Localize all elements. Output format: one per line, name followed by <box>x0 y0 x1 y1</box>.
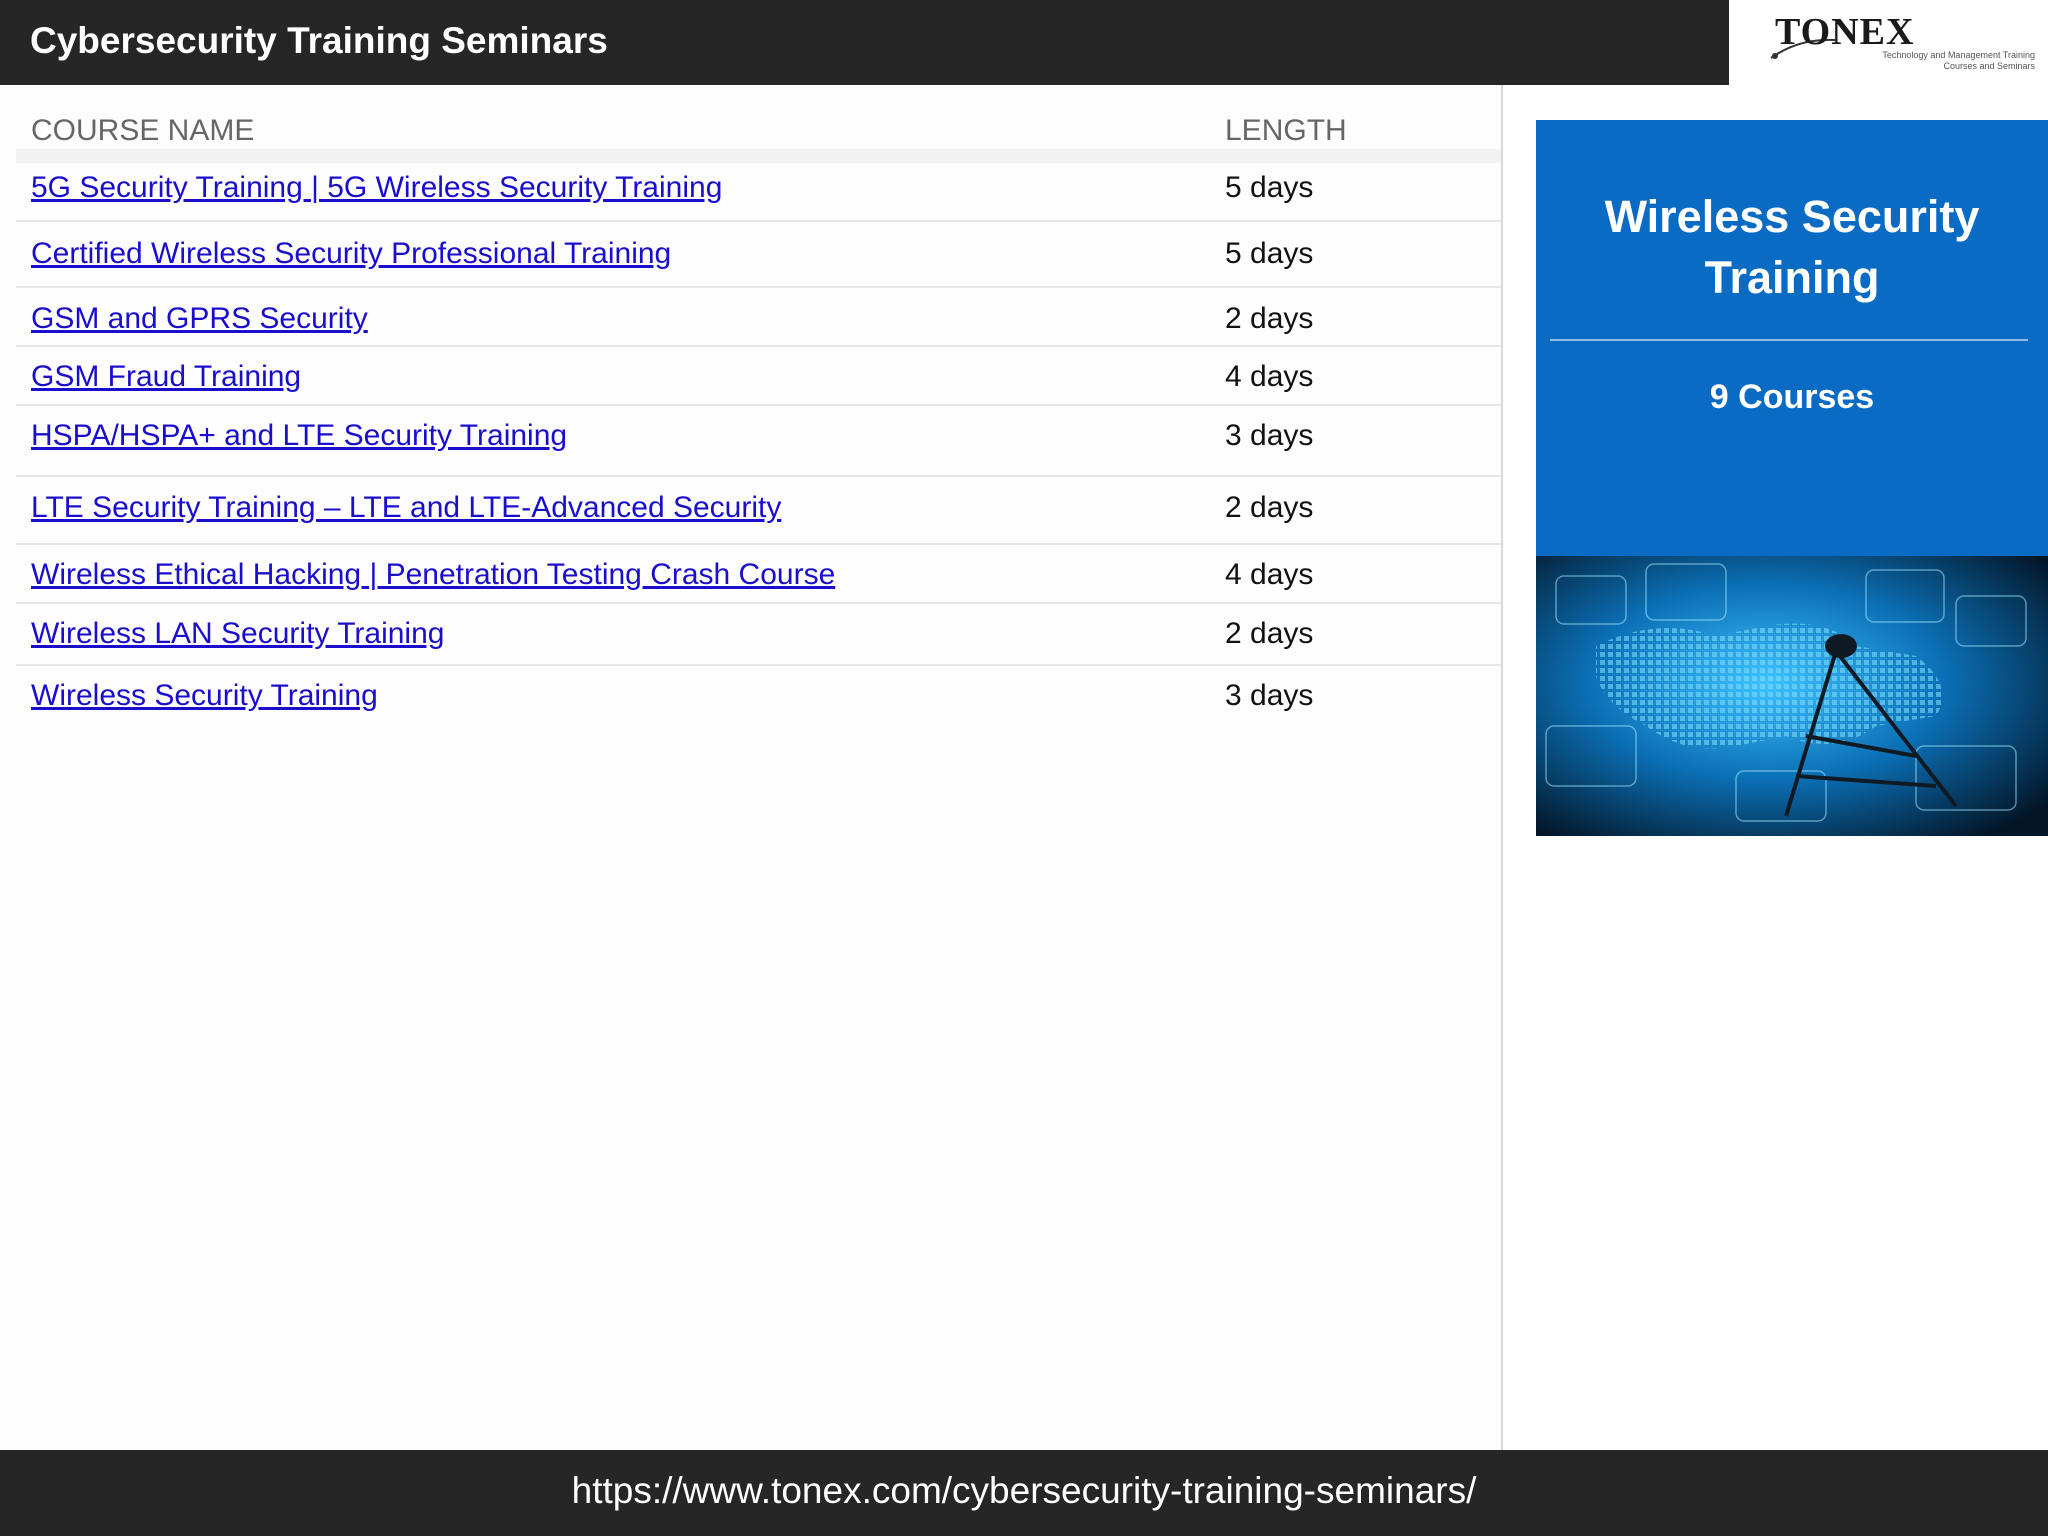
course-link[interactable]: Wireless Ethical Hacking | Penetration T… <box>31 558 835 592</box>
course-length: 5 days <box>1225 237 1314 270</box>
course-length: 2 days <box>1225 491 1314 524</box>
table-row: GSM Fraud Training 4 days <box>16 347 1502 406</box>
table-row: Certified Wireless Security Professional… <box>16 222 1502 288</box>
footer-url-link[interactable]: https://www.tonex.com/cybersecurity-trai… <box>0 1470 2048 1512</box>
course-link[interactable]: GSM Fraud Training <box>31 360 301 394</box>
promo-title-line-1: Wireless Security <box>1604 191 1980 242</box>
tonex-logo[interactable]: TONEX Technology and Management Training… <box>1729 0 2048 85</box>
course-link[interactable]: LTE Security Training – LTE and LTE-Adva… <box>31 491 781 525</box>
course-length: 3 days <box>1225 419 1314 452</box>
course-link[interactable]: Wireless LAN Security Training <box>31 617 444 651</box>
promo-title: Wireless Security Training <box>1536 186 2048 308</box>
course-length: 2 days <box>1225 617 1314 650</box>
course-table: COURSE NAME LENGTH 5G Security Training … <box>0 85 1502 1450</box>
course-link[interactable]: Wireless Security Training <box>31 679 378 713</box>
table-row: LTE Security Training – LTE and LTE-Adva… <box>16 477 1502 545</box>
course-length: 5 days <box>1225 171 1314 204</box>
page-title: Cybersecurity Training Seminars <box>30 20 608 61</box>
course-link[interactable]: HSPA/HSPA+ and LTE Security Training <box>31 419 567 453</box>
course-count: 9 Courses <box>1709 378 1875 416</box>
course-link[interactable]: 5G Security Training | 5G Wireless Secur… <box>31 171 722 205</box>
promo-divider <box>1550 339 2028 341</box>
vertical-divider <box>1501 85 1503 1450</box>
footer-bar: https://www.tonex.com/cybersecurity-trai… <box>0 1450 2048 1536</box>
course-length: 4 days <box>1225 360 1314 393</box>
course-link[interactable]: GSM and GPRS Security <box>31 302 368 336</box>
world-map-network-image <box>1536 556 2048 836</box>
table-row: HSPA/HSPA+ and LTE Security Training 3 d… <box>16 406 1502 477</box>
table-row: Wireless LAN Security Training 2 days <box>16 604 1502 666</box>
course-link[interactable]: Certified Wireless Security Professional… <box>31 237 671 271</box>
column-header-course-name: COURSE NAME <box>31 114 255 147</box>
table-row: 5G Security Training | 5G Wireless Secur… <box>16 163 1502 222</box>
course-length: 3 days <box>1225 679 1314 712</box>
logo-tagline: Technology and Management Training Cours… <box>1882 50 2035 71</box>
promo-title-line-2: Training <box>1704 252 1880 303</box>
course-length: 2 days <box>1225 302 1314 335</box>
table-row: Wireless Ethical Hacking | Penetration T… <box>16 545 1502 604</box>
logo-wordmark: TONEX <box>1775 11 1915 53</box>
course-length: 4 days <box>1225 558 1314 591</box>
header-bar: Cybersecurity Training Seminars <box>0 0 1729 85</box>
header-band <box>16 149 1502 163</box>
column-header-length: LENGTH <box>1225 114 1347 147</box>
table-row: GSM and GPRS Security 2 days <box>16 288 1502 347</box>
promo-panel: Wireless Security Training 9 Courses <box>1536 120 2048 556</box>
world-map-satellite-icon <box>1536 556 2048 836</box>
slide-page: Cybersecurity Training Seminars TONEX Te… <box>0 0 2048 1536</box>
table-row: Wireless Security Training 3 days <box>16 666 1502 726</box>
